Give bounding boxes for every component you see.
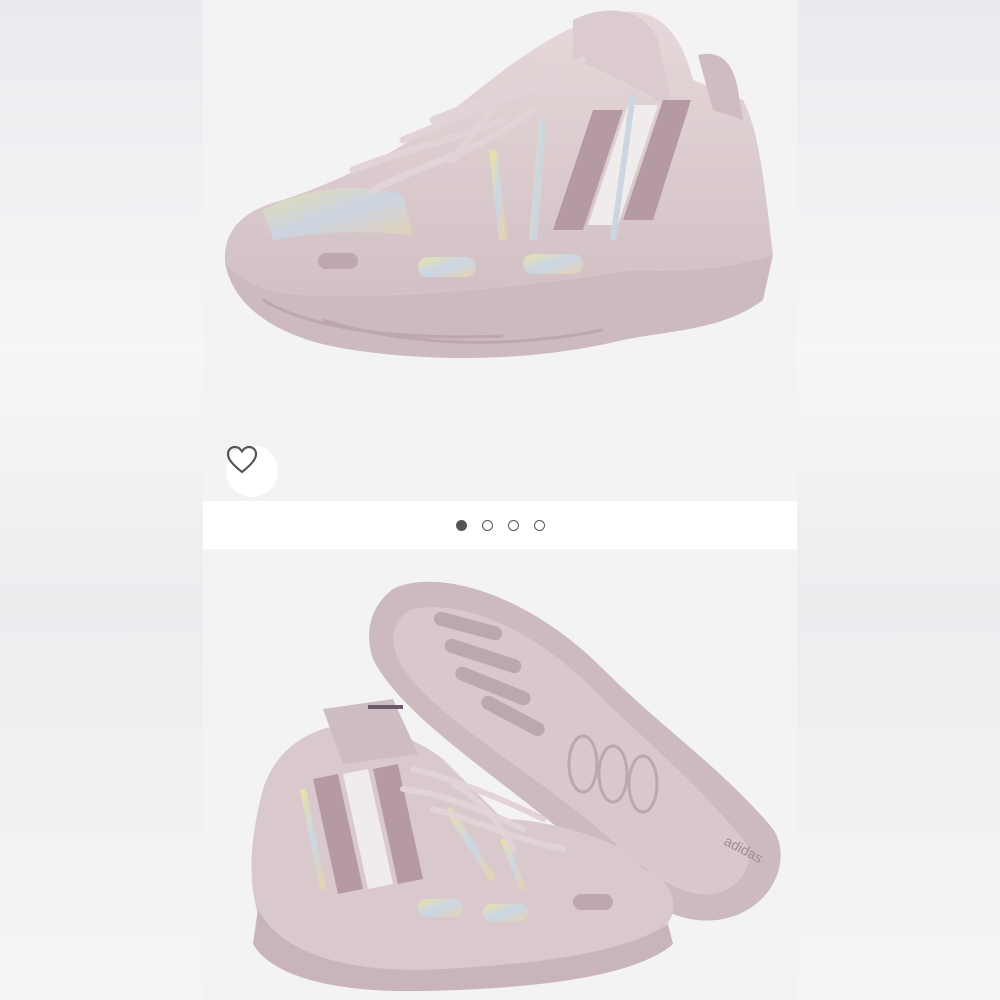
pagination-dot-4[interactable] [533,519,545,531]
pagination-dot-3[interactable] [507,519,519,531]
carousel-pagination [203,501,797,549]
heart-outline-icon [226,445,258,474]
product-gallery: adidas [203,0,797,1000]
sneaker-side-illustration [224,10,773,359]
blurred-background-left [0,0,203,1000]
blurred-background-right [797,0,1000,1000]
product-image-side-view[interactable] [203,0,797,501]
pagination-dot-1[interactable] [455,519,467,531]
pagination-dot-2[interactable] [481,519,493,531]
product-image-pair-view[interactable]: adidas [203,549,797,1000]
wishlist-button[interactable] [226,445,278,497]
sneaker-pair-illustration: adidas [251,581,781,992]
